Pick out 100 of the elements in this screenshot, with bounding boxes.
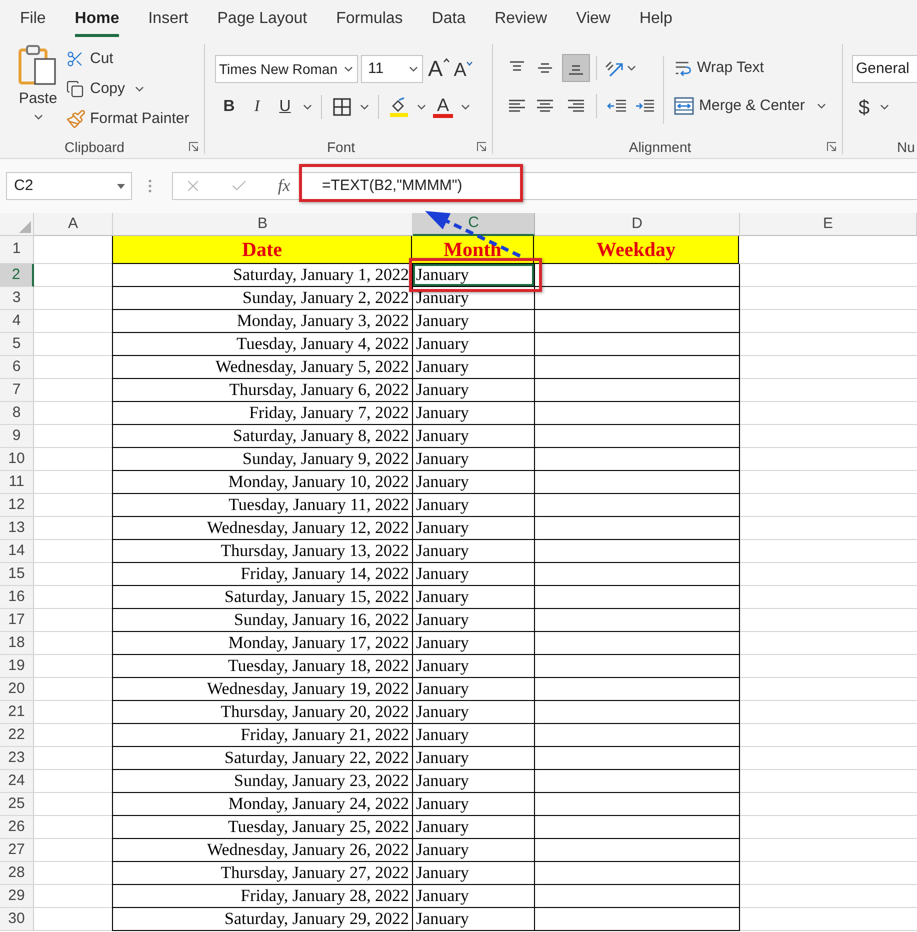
font-size-dropdown[interactable]: 11 xyxy=(361,55,423,83)
wrap-text-button[interactable]: Wrap Text xyxy=(674,54,826,82)
ribbon-tab[interactable]: Review xyxy=(494,0,548,37)
ribbon-tab[interactable]: Home xyxy=(74,0,120,37)
row-header[interactable]: 3 xyxy=(0,287,34,310)
row-header[interactable]: 27 xyxy=(0,839,34,862)
table-cell: January xyxy=(413,678,535,701)
cut-button[interactable]: Cut xyxy=(66,44,190,74)
row-header[interactable]: 28 xyxy=(0,862,34,885)
table-cell: January xyxy=(413,448,535,471)
bold-button[interactable]: B xyxy=(215,93,243,121)
decrease-font-size-button[interactable]: A xyxy=(454,58,474,80)
row-header[interactable]: 20 xyxy=(0,678,34,701)
paste-button[interactable]: Paste xyxy=(14,44,62,124)
increase-font-size-button[interactable]: A xyxy=(428,58,450,80)
italic-button[interactable]: I xyxy=(243,93,271,121)
row-header[interactable]: 30 xyxy=(0,908,34,931)
underline-button[interactable]: U xyxy=(271,93,299,121)
font-color-button[interactable]: A xyxy=(429,93,457,121)
row-header[interactable]: 25 xyxy=(0,793,34,816)
copy-button[interactable]: Copy xyxy=(66,74,126,104)
row-header[interactable]: 17 xyxy=(0,609,34,632)
row-header[interactable]: 26 xyxy=(0,816,34,839)
caret-icon[interactable] xyxy=(816,103,826,109)
row-header[interactable]: 18 xyxy=(0,632,34,655)
row-header[interactable]: 15 xyxy=(0,563,34,586)
align-center-icon xyxy=(536,99,554,113)
caret-icon[interactable] xyxy=(344,66,353,72)
merge-center-button[interactable]: Merge & Center xyxy=(674,92,805,120)
row-header[interactable]: 16 xyxy=(0,586,34,609)
row-header[interactable]: 10 xyxy=(0,448,34,471)
caret-icon[interactable] xyxy=(34,114,42,120)
dialog-launcher-icon[interactable] xyxy=(477,142,487,152)
row-header[interactable]: 2 xyxy=(0,264,34,287)
number-format-dropdown[interactable]: General xyxy=(852,55,917,83)
row-header[interactable]: 13 xyxy=(0,517,34,540)
format-painter-button[interactable]: Format Painter xyxy=(66,104,190,134)
table-cell: Thursday, January 27, 2022 xyxy=(112,862,413,885)
row-header[interactable]: 12 xyxy=(0,494,34,517)
row-header[interactable]: 11 xyxy=(0,471,34,494)
table-cell: January xyxy=(413,908,535,931)
decrease-indent-icon[interactable] xyxy=(607,99,627,113)
row-header[interactable]: 24 xyxy=(0,770,34,793)
caret-icon[interactable] xyxy=(302,104,312,110)
row-header[interactable]: 6 xyxy=(0,356,34,379)
column-header[interactable]: B xyxy=(113,213,413,236)
table-cell: Saturday, January 22, 2022 xyxy=(112,747,413,770)
row-header[interactable]: 5 xyxy=(0,333,34,356)
clipboard-icon[interactable] xyxy=(18,44,58,86)
ribbon-tab[interactable]: View xyxy=(576,0,610,37)
caret-icon[interactable] xyxy=(880,104,888,110)
row-header[interactable]: 14 xyxy=(0,540,34,563)
row-header[interactable]: 23 xyxy=(0,747,34,770)
dialog-launcher-icon[interactable] xyxy=(189,142,199,152)
caret-down-icon xyxy=(466,60,474,66)
caret-icon[interactable] xyxy=(416,104,426,110)
wrap-text-icon xyxy=(674,59,692,77)
ribbon-tab[interactable]: File xyxy=(20,0,46,37)
ribbon-tab[interactable]: Help xyxy=(639,0,672,37)
row-header[interactable]: 4 xyxy=(0,310,34,333)
table-cell: Sunday, January 16, 2022 xyxy=(112,609,413,632)
table-cell: January xyxy=(413,379,535,402)
row-header[interactable]: 29 xyxy=(0,885,34,908)
borders-icon[interactable] xyxy=(333,98,351,116)
column-header[interactable]: A xyxy=(34,213,113,236)
row-header[interactable]: 1 xyxy=(0,236,34,264)
caret-icon[interactable] xyxy=(460,104,470,110)
caret-icon[interactable] xyxy=(360,104,368,110)
name-box[interactable]: C2 xyxy=(6,172,132,200)
row-header[interactable]: 8 xyxy=(0,402,34,425)
row-header[interactable]: 22 xyxy=(0,724,34,747)
ribbon-tab[interactable]: Formulas xyxy=(336,0,403,37)
column-header[interactable]: C xyxy=(413,213,535,236)
column-header[interactable]: E xyxy=(740,213,917,236)
row-header[interactable]: 19 xyxy=(0,655,34,678)
ribbon-tab[interactable]: Insert xyxy=(148,0,188,37)
font-name-dropdown[interactable]: Times New Roman xyxy=(215,55,358,83)
table-cell: Sunday, January 2, 2022 xyxy=(112,287,413,310)
dialog-launcher-icon[interactable] xyxy=(827,142,837,152)
row-header[interactable]: 9 xyxy=(0,425,34,448)
currency-button[interactable]: $ xyxy=(852,93,876,121)
increase-indent-icon[interactable] xyxy=(635,99,655,113)
group-label: Alignment xyxy=(628,138,692,157)
caret-icon[interactable] xyxy=(117,184,125,188)
table-cell: Wednesday, January 26, 2022 xyxy=(112,839,413,862)
column-header[interactable]: D xyxy=(535,213,740,236)
table-cell: Wednesday, January 19, 2022 xyxy=(112,678,413,701)
ribbon-tab[interactable]: Data xyxy=(432,0,466,37)
align-bottom-button[interactable] xyxy=(562,54,590,82)
fill-color-icon[interactable] xyxy=(389,97,409,117)
vertical-dots-icon[interactable] xyxy=(148,179,152,193)
caret-icon[interactable] xyxy=(409,66,418,72)
table-cell: Thursday, January 20, 2022 xyxy=(112,701,413,724)
row-header[interactable]: 21 xyxy=(0,701,34,724)
ribbon-tab[interactable]: Page Layout xyxy=(217,0,308,37)
row-header[interactable]: 7 xyxy=(0,379,34,402)
table-cell: Saturday, January 29, 2022 xyxy=(112,908,413,931)
caret-icon[interactable] xyxy=(626,65,636,71)
caret-up-icon xyxy=(442,58,450,63)
caret-icon[interactable] xyxy=(135,86,144,92)
